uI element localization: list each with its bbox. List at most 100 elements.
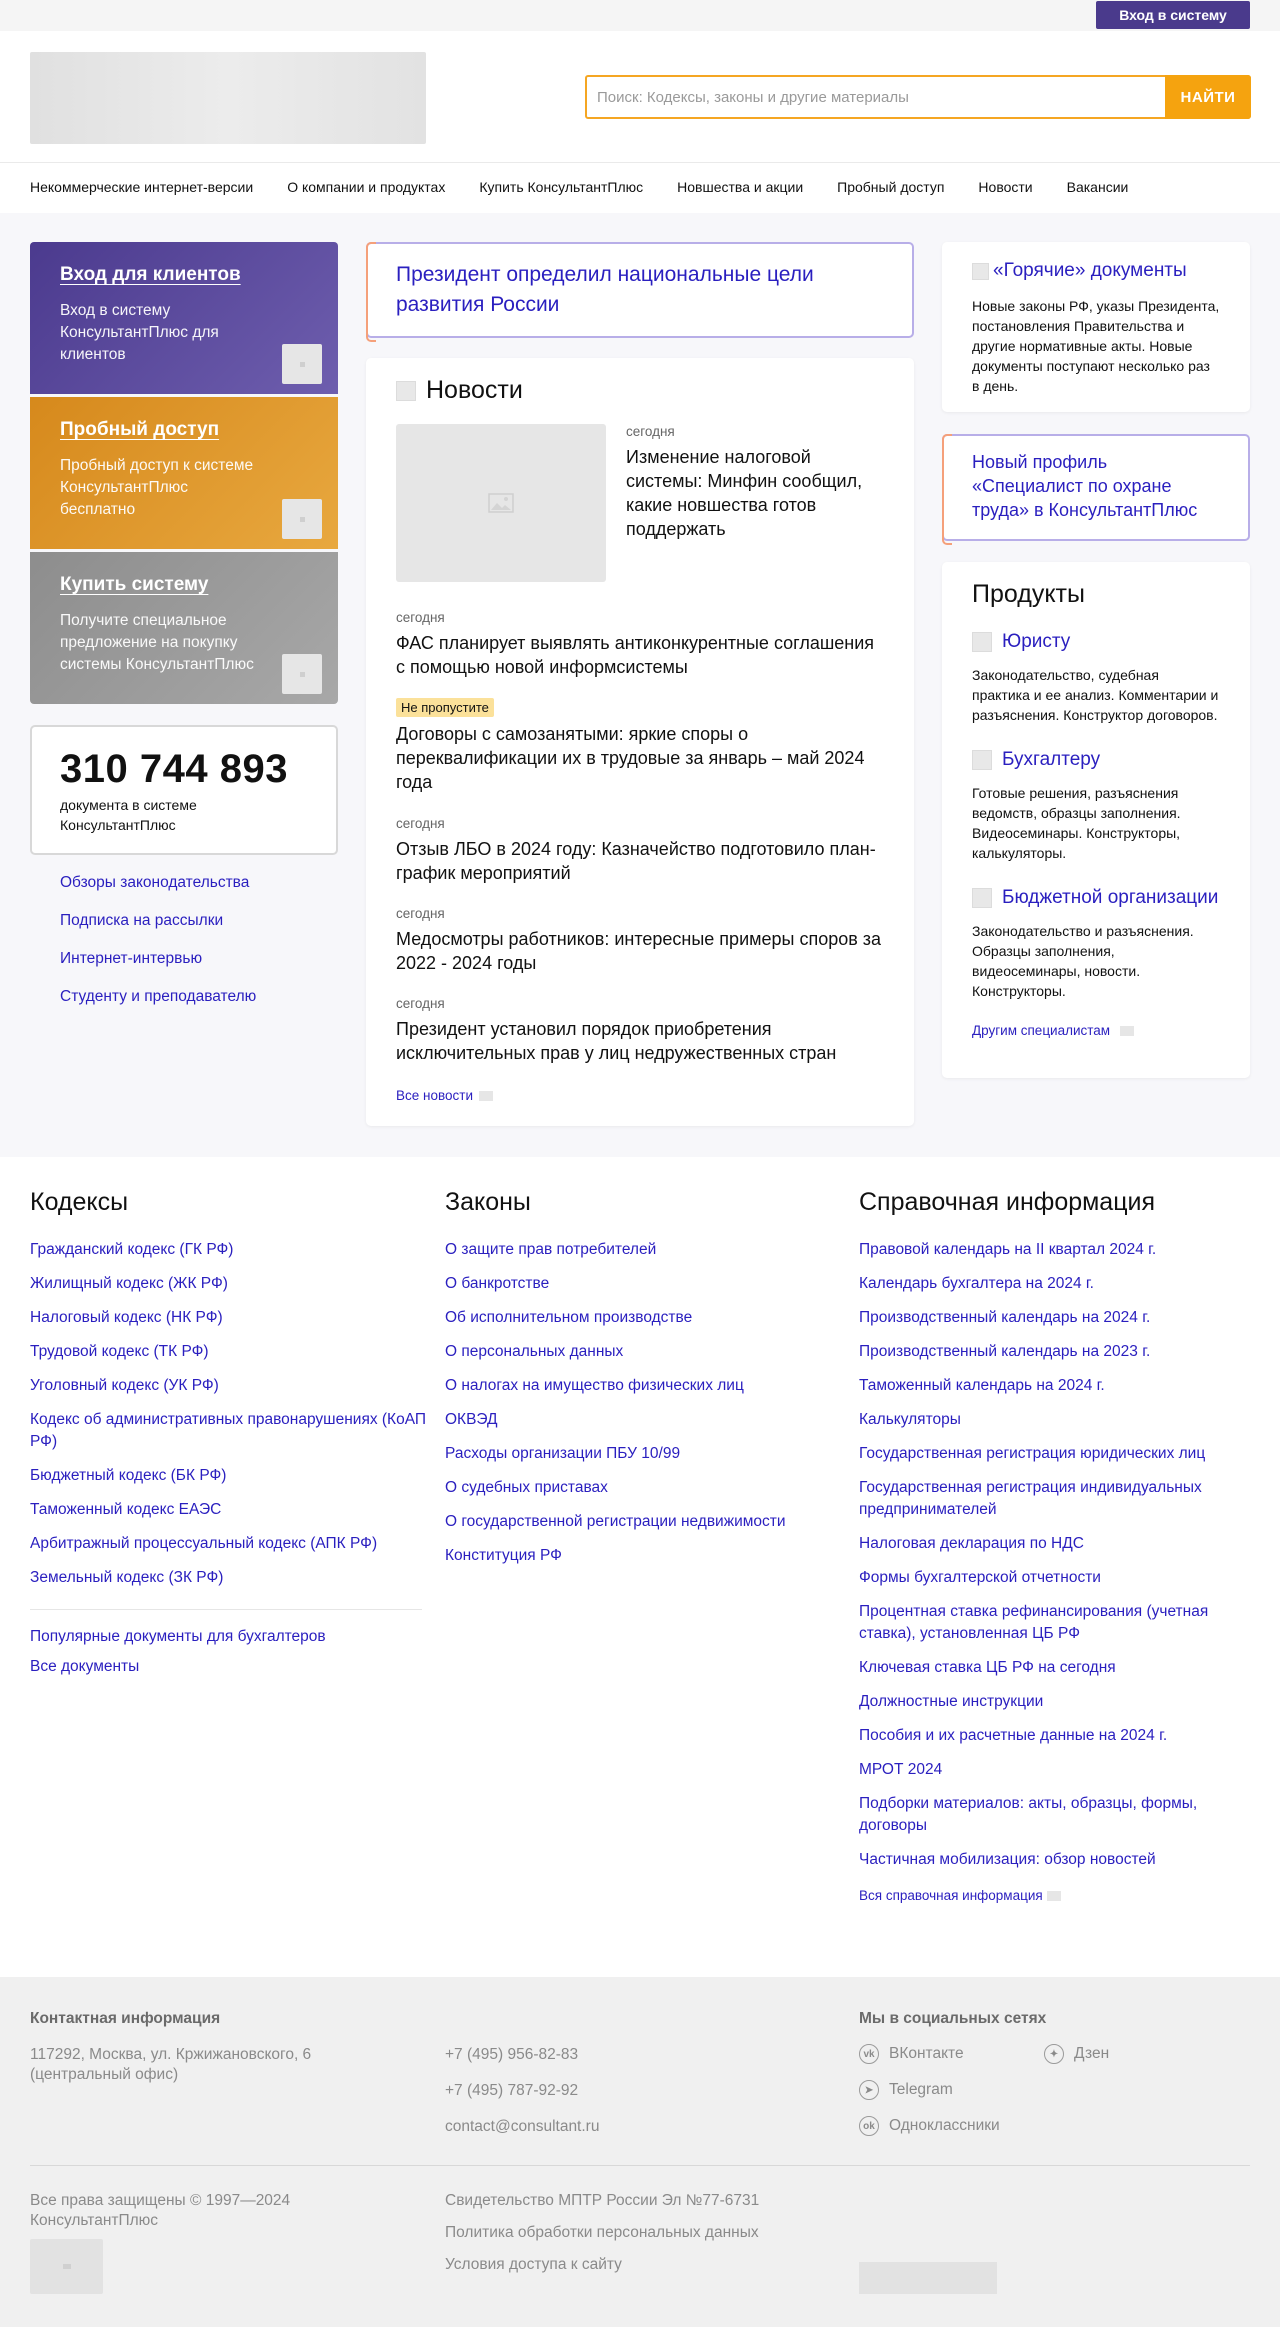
- social-link-vk[interactable]: vk ВКонтакте: [859, 2044, 964, 2064]
- code-link[interactable]: Земельный кодекс (ЗК РФ): [30, 1567, 430, 1589]
- law-link[interactable]: Об исполнительном производстве: [445, 1307, 845, 1329]
- law-link[interactable]: О государственной регистрации недвижимос…: [445, 1511, 845, 1533]
- news-title[interactable]: Отзыв ЛБО в 2024 году: Казначейство подг…: [396, 837, 886, 885]
- all-reference-link[interactable]: Вся справочная информация: [859, 1885, 1249, 1907]
- law-link[interactable]: Конституция РФ: [445, 1545, 845, 1567]
- product-item: Бухгалтеру Готовые решения, разъяснения …: [972, 747, 1220, 863]
- new-profile-banner[interactable]: Новый профиль «Специалист по охране труд…: [942, 434, 1250, 545]
- reference-link[interactable]: МРОТ 2024: [859, 1759, 1249, 1781]
- law-link[interactable]: О персональных данных: [445, 1341, 845, 1363]
- news-item[interactable]: сегодня Президент установил порядок прио…: [396, 996, 886, 1065]
- promo-buy-system[interactable]: Купить систему Получите специальное пред…: [30, 552, 338, 704]
- laws-heading: Законы: [445, 1188, 531, 1216]
- reference-link[interactable]: Государственная регистрация индивидуальн…: [859, 1477, 1249, 1521]
- link-subscriptions[interactable]: Подписка на рассылки: [60, 912, 256, 950]
- social-link-dzen[interactable]: ✦ Дзен: [1044, 2044, 1109, 2064]
- law-link[interactable]: Расходы организации ПБУ 10/99: [445, 1443, 845, 1465]
- product-lawyer-link[interactable]: Юристу: [972, 629, 1220, 655]
- footer-banner[interactable]: [859, 2262, 997, 2294]
- link-interviews[interactable]: Интернет-интервью: [60, 950, 256, 988]
- login-button[interactable]: Вход в систему: [1096, 1, 1250, 29]
- reference-link[interactable]: Формы бухгалтерской отчетности: [859, 1567, 1249, 1589]
- code-link[interactable]: Таможенный кодекс ЕАЭС: [30, 1499, 430, 1521]
- reference-link[interactable]: Процентная ставка рефинансирования (учет…: [859, 1601, 1249, 1645]
- terms-link[interactable]: Условия доступа к сайту: [445, 2255, 622, 2275]
- code-link[interactable]: Уголовный кодекс (УК РФ): [30, 1375, 430, 1397]
- promo-client-login[interactable]: Вход для клиентов Вход в систему Консуль…: [30, 242, 338, 394]
- reference-link[interactable]: Производственный календарь на 2024 г.: [859, 1307, 1249, 1329]
- news-title[interactable]: ФАС планирует выявлять антиконкурентные …: [396, 631, 886, 679]
- law-link[interactable]: ОКВЭД: [445, 1409, 845, 1431]
- promo-trial-access[interactable]: Пробный доступ Пробный доступ к системе …: [30, 397, 338, 549]
- reference-link[interactable]: Пособия и их расчетные данные на 2024 г.: [859, 1725, 1249, 1747]
- news-image[interactable]: [396, 424, 606, 582]
- news-title[interactable]: Медосмотры работников: интересные пример…: [396, 927, 886, 975]
- nav-item-vacancies[interactable]: Вакансии: [1067, 179, 1129, 195]
- reference-link[interactable]: Правовой календарь на II квартал 2024 г.: [859, 1239, 1249, 1261]
- code-link[interactable]: Жилищный кодекс (ЖК РФ): [30, 1273, 430, 1295]
- privacy-policy-link[interactable]: Политика обработки персональных данных: [445, 2223, 759, 2243]
- code-link[interactable]: Трудовой кодекс (ТК РФ): [30, 1341, 430, 1363]
- reference-link[interactable]: Калькуляторы: [859, 1409, 1249, 1431]
- reference-link[interactable]: Таможенный календарь на 2024 г.: [859, 1375, 1249, 1397]
- nav-item-noncommercial[interactable]: Некоммерческие интернет-версии: [30, 179, 253, 195]
- promo-title[interactable]: Купить систему: [60, 574, 308, 596]
- promo-desc: Получите специальное предложение на поку…: [60, 612, 254, 673]
- link-law-reviews[interactable]: Обзоры законодательства: [60, 874, 256, 912]
- promo-title[interactable]: Вход для клиентов: [60, 264, 308, 286]
- reference-link[interactable]: Налоговая декларация по НДС: [859, 1533, 1249, 1555]
- social-link-telegram[interactable]: ➤ Telegram: [859, 2080, 953, 2100]
- search-input[interactable]: [587, 77, 1165, 117]
- popular-docs-link[interactable]: Популярные документы для бухгалтеров: [30, 1626, 430, 1648]
- budget-icon: [972, 888, 992, 908]
- law-link[interactable]: О банкротстве: [445, 1273, 845, 1295]
- news-item[interactable]: сегодня Медосмотры работников: интересны…: [396, 906, 886, 975]
- reference-link[interactable]: Календарь бухгалтера на 2024 г.: [859, 1273, 1249, 1295]
- code-link[interactable]: Арбитражный процессуальный кодекс (АПК Р…: [30, 1533, 430, 1555]
- certificate-link[interactable]: Свидетельство МПТР России Эл №77-6731: [445, 2191, 759, 2211]
- product-budget-link[interactable]: Бюджетной организации: [972, 885, 1220, 911]
- news-item[interactable]: сегодня ФАС планирует выявлять антиконку…: [396, 610, 886, 679]
- reference-link[interactable]: Подборки материалов: акты, образцы, форм…: [859, 1793, 1249, 1837]
- code-link[interactable]: Кодекс об административных правонарушени…: [30, 1409, 430, 1453]
- reference-link[interactable]: Ключевая ставка ЦБ РФ на сегодня: [859, 1657, 1249, 1679]
- reference-link[interactable]: Должностные инструкции: [859, 1691, 1249, 1713]
- law-link[interactable]: О налогах на имущество физических лиц: [445, 1375, 845, 1397]
- news-item[interactable]: сегодня Изменение налоговой системы: Мин…: [626, 424, 886, 541]
- phone-link[interactable]: +7 (495) 787-92-92: [445, 2081, 578, 2101]
- law-link[interactable]: О защите прав потребителей: [445, 1239, 845, 1261]
- nav-item-promo[interactable]: Новшества и акции: [677, 179, 803, 195]
- news-title[interactable]: Президент установил порядок приобретения…: [396, 1017, 886, 1065]
- site-logo[interactable]: [30, 52, 426, 144]
- reference-link[interactable]: Частичная мобилизация: обзор новостей: [859, 1849, 1249, 1871]
- other-specialists-link[interactable]: Другим специалистам: [972, 1023, 1220, 1038]
- social-link-ok[interactable]: ok Одноклассники: [859, 2116, 1000, 2136]
- all-news-link[interactable]: Все новости: [396, 1088, 493, 1103]
- code-link[interactable]: Гражданский кодекс (ГК РФ): [30, 1239, 430, 1261]
- reference-link[interactable]: Производственный календарь на 2023 г.: [859, 1341, 1249, 1363]
- document-count-caption: документа в системе КонсультантПлюс: [60, 797, 197, 833]
- news-item[interactable]: сегодня Отзыв ЛБО в 2024 году: Казначейс…: [396, 816, 886, 885]
- nav-item-news[interactable]: Новости: [978, 179, 1032, 195]
- link-students[interactable]: Студенту и преподавателю: [60, 988, 256, 1026]
- nav-item-trial[interactable]: Пробный доступ: [837, 179, 944, 195]
- hot-documents-link[interactable]: «Горячие» документы: [972, 260, 1220, 282]
- search-button[interactable]: НАЙТИ: [1165, 75, 1251, 119]
- news-title[interactable]: Договоры с самозанятыми: яркие споры о п…: [396, 722, 886, 794]
- headline-banner[interactable]: Президент определил национальные цели ра…: [366, 242, 914, 342]
- nav-item-buy[interactable]: Купить КонсультантПлюс: [479, 179, 643, 195]
- code-link[interactable]: Налоговый кодекс (НК РФ): [30, 1307, 430, 1329]
- product-accountant-link[interactable]: Бухгалтеру: [972, 747, 1220, 773]
- email-link[interactable]: contact@consultant.ru: [445, 2117, 599, 2137]
- all-docs-link[interactable]: Все документы: [30, 1656, 430, 1678]
- code-link[interactable]: Бюджетный кодекс (БК РФ): [30, 1465, 430, 1487]
- law-link[interactable]: О судебных приставах: [445, 1477, 845, 1499]
- document-count: 310 744 893: [60, 747, 288, 791]
- news-title[interactable]: Изменение налоговой системы: Минфин сооб…: [626, 445, 886, 541]
- reference-link[interactable]: Государственная регистрация юридических …: [859, 1443, 1249, 1465]
- nav-item-company[interactable]: О компании и продуктах: [287, 179, 445, 195]
- phone-link[interactable]: +7 (495) 956-82-83: [445, 2045, 578, 2065]
- top-bar: Вход в систему: [0, 0, 1280, 31]
- news-item[interactable]: Не пропустите Договоры с самозанятыми: я…: [396, 698, 886, 794]
- promo-title[interactable]: Пробный доступ: [60, 419, 308, 441]
